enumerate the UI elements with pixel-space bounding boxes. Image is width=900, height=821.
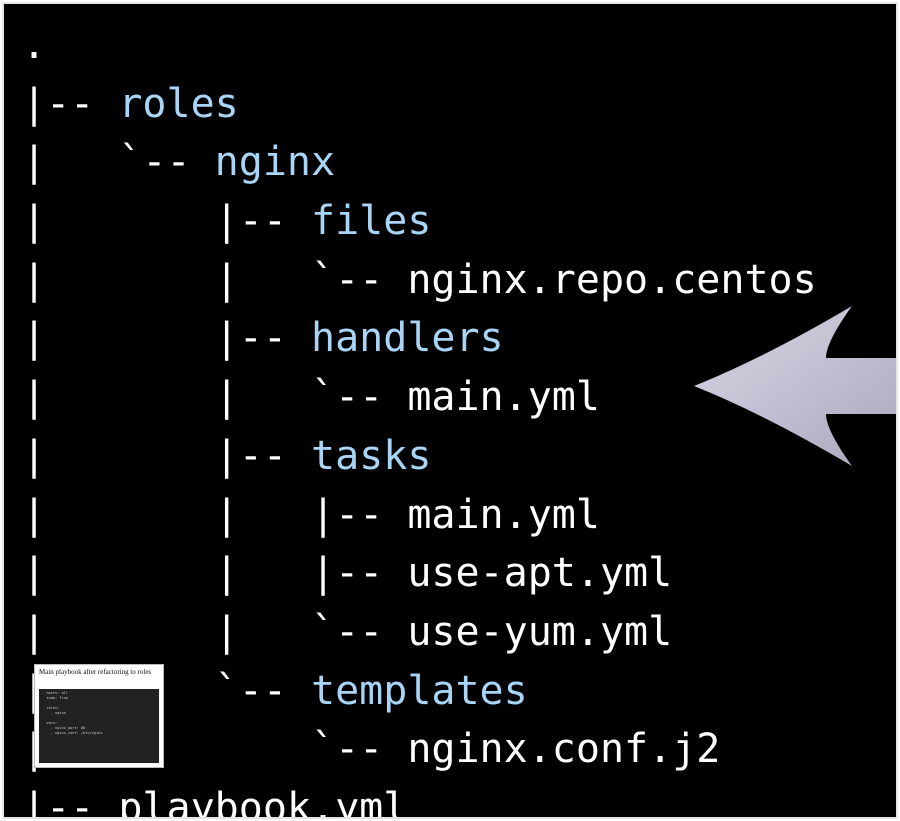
file-handlers-main-yml: main.yml xyxy=(407,374,600,421)
dir-templates: templates xyxy=(310,667,528,714)
thumbnail-caption: Main playbook after refactoring to roles xyxy=(39,668,152,676)
tree-line: | | |-- use-apt.yml xyxy=(22,550,673,597)
tree-line: | |-- files xyxy=(22,198,432,245)
tree-line: | `-- nginx xyxy=(22,139,336,186)
file-use-yum-yml: use-yum.yml xyxy=(407,608,673,655)
dir-handlers: handlers xyxy=(310,315,504,362)
tree-line: | | `-- use-yum.yml xyxy=(22,608,673,655)
file-tasks-main-yml: main.yml xyxy=(407,491,600,538)
slide-thumbnail[interactable]: Main playbook after refactoring to roles… xyxy=(34,664,164,768)
terminal-window: . |-- roles | `-- nginx | |-- files | | `-- … xyxy=(2,2,898,819)
dir-nginx: nginx xyxy=(214,139,336,186)
thumbnail-code: - hosts: all sudo: True roles: - nginx v… xyxy=(39,689,159,763)
tree-line: | | |-- main.yml xyxy=(22,491,600,538)
tree-root: . xyxy=(22,22,47,68)
tree-line: | | `-- nginx.repo.centos xyxy=(22,256,817,303)
tree-line: |-- playbook.yml xyxy=(22,779,817,819)
dir-files: files xyxy=(310,198,432,245)
file-nginx-repo-centos: nginx.repo.centos xyxy=(407,256,817,303)
left-arrow-icon xyxy=(694,306,896,466)
dir-tasks: tasks xyxy=(310,432,432,479)
tree-line: |-- roles xyxy=(22,80,239,127)
dir-roles: roles xyxy=(118,80,239,127)
file-nginx-conf-j2: nginx.conf.j2 xyxy=(407,726,721,773)
file-use-apt-yml: use-apt.yml xyxy=(407,550,673,597)
file-playbook-yml: playbook.yml xyxy=(118,784,408,819)
